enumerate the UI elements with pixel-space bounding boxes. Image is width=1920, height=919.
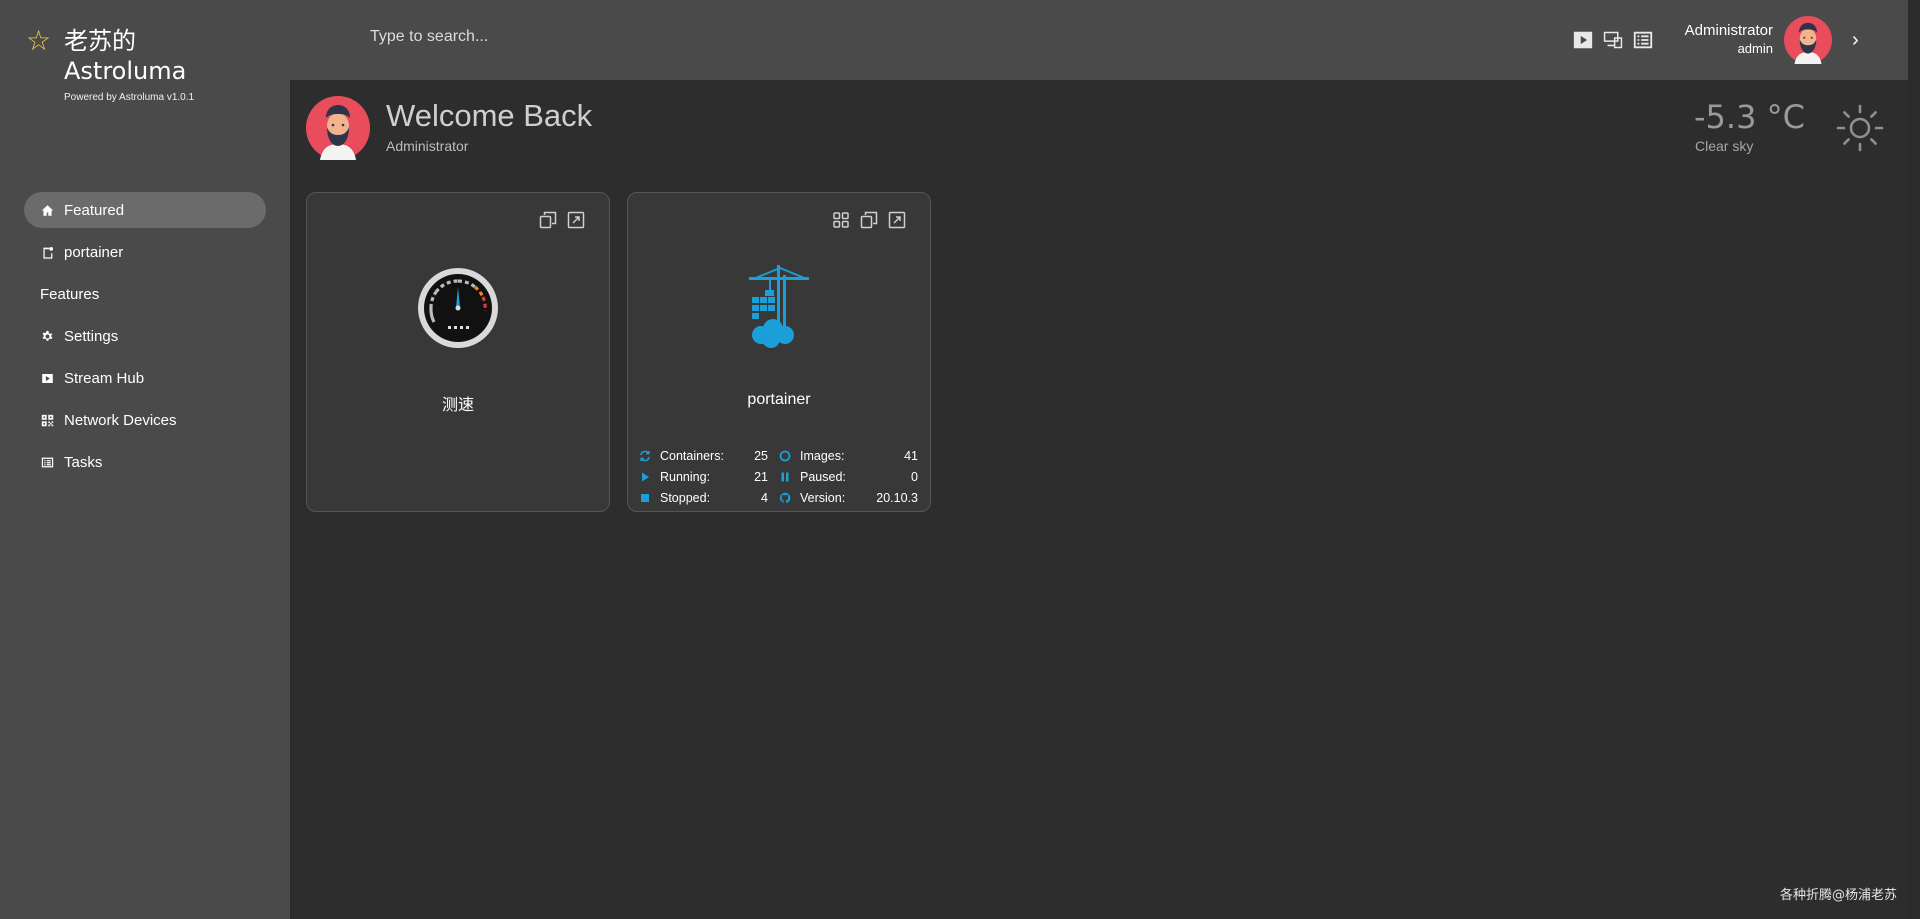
stat-row: Stopped: 4 Version: 20.10.3: [638, 487, 928, 508]
grid-icon: [40, 413, 54, 427]
features-heading: Features: [40, 285, 100, 303]
stat-row: Containers: 25 Images: 41: [638, 445, 928, 466]
sidebar-item-stream-hub[interactable]: Stream Hub: [24, 360, 266, 396]
sidebar-item-label: Tasks: [64, 453, 103, 471]
stop-icon: [638, 491, 652, 505]
powered-by: Powered by Astroluma v1.0.1: [64, 92, 195, 103]
tasks-icon[interactable]: [1632, 29, 1654, 56]
top-icons: [1572, 29, 1654, 56]
user-info[interactable]: Administrator admin: [1665, 22, 1773, 56]
open-external-icon[interactable]: [888, 211, 906, 234]
copy-icon[interactable]: [539, 211, 557, 234]
circle-icon: [778, 449, 792, 463]
open-external-icon[interactable]: [567, 211, 585, 234]
sidebar-nav: Featured portainer Features Settings Str…: [24, 192, 266, 486]
chevron-right-icon[interactable]: ›: [1852, 29, 1859, 52]
pause-icon: [778, 470, 792, 484]
app-card-portainer[interactable]: portainer Containers: 25 Images: 41 Runn…: [627, 192, 931, 512]
sun-icon: [1836, 104, 1884, 152]
stat-row: Running: 21 Paused: 0: [638, 466, 928, 487]
avatar[interactable]: [1784, 16, 1832, 64]
sidebar-item-label: Settings: [64, 327, 119, 345]
sidebar-item-portainer[interactable]: portainer: [24, 234, 266, 270]
play-icon: [638, 470, 652, 484]
network-devices-icon[interactable]: [1602, 29, 1624, 56]
sidebar-item-label: Featured: [64, 201, 125, 219]
card-title: portainer: [747, 391, 811, 408]
portainer-stats: Containers: 25 Images: 41 Running: 21 Pa…: [638, 445, 928, 508]
card-title: 测速: [441, 397, 474, 414]
sidebar: ☆ 老苏的 Astroluma Powered by Astroluma v1.…: [0, 0, 290, 919]
sidebar-item-featured[interactable]: Featured: [24, 192, 266, 228]
gear-icon: [40, 329, 54, 343]
brand-name-line1: 老苏的: [64, 27, 136, 55]
stat-images: Images: 41: [778, 449, 918, 463]
portainer-icon: [749, 265, 809, 348]
sidebar-item-settings[interactable]: Settings: [24, 318, 266, 354]
weather-description: Clear sky: [1695, 138, 1754, 154]
search-input[interactable]: [370, 28, 770, 46]
widget-grid-icon[interactable]: [832, 211, 850, 234]
play-icon: [40, 371, 54, 385]
sidebar-item-tasks[interactable]: Tasks: [24, 444, 266, 480]
stat-containers: Containers: 25: [638, 449, 778, 463]
star-icon: ☆: [26, 25, 52, 56]
sidebar-item-label: Stream Hub: [64, 369, 145, 387]
scrollbar[interactable]: [1908, 0, 1920, 919]
watermark: 各种折腾@杨浦老苏: [1780, 888, 1898, 903]
github-icon: [778, 491, 792, 505]
page-icon: [40, 245, 54, 259]
stat-version: Version: 20.10.3: [778, 491, 918, 505]
weather-temperature: -5.3 °C: [1694, 98, 1805, 136]
card-actions: [539, 211, 585, 234]
refresh-icon: [638, 449, 652, 463]
welcome-title: Welcome Back: [386, 98, 593, 133]
brand-name-line2: Astroluma: [64, 57, 187, 85]
brand[interactable]: ☆ 老苏的 Astroluma Powered by Astroluma v1.…: [26, 25, 194, 104]
top-bar: Administrator admin ›: [290, 0, 1908, 80]
welcome-avatar: [306, 96, 370, 160]
sidebar-item-label: portainer: [64, 243, 124, 261]
user-role: admin: [1737, 41, 1773, 56]
stream-hub-icon[interactable]: [1572, 29, 1594, 56]
user-name: Administrator: [1684, 22, 1773, 39]
stat-running: Running: 21: [638, 470, 778, 484]
sidebar-item-network-devices[interactable]: Network Devices: [24, 402, 266, 438]
stat-stopped: Stopped: 4: [638, 491, 778, 505]
welcome-subtitle: Administrator: [386, 138, 469, 154]
stat-paused: Paused: 0: [778, 470, 918, 484]
home-icon: [40, 203, 54, 217]
brand-text: 老苏的 Astroluma Powered by Astroluma v1.0.…: [64, 26, 194, 103]
copy-icon[interactable]: [860, 211, 878, 234]
sidebar-item-label: Network Devices: [64, 411, 177, 429]
app-card-speedtest[interactable]: 测速: [306, 192, 610, 512]
list-icon: [40, 455, 54, 469]
card-actions: [832, 211, 906, 234]
speedometer-icon: [418, 268, 498, 348]
